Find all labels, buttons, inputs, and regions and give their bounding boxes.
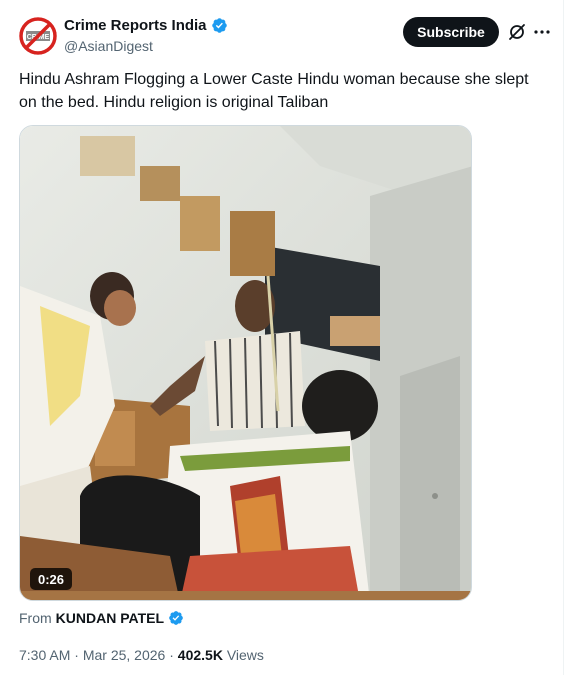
attribution-name[interactable]: KUNDAN PATEL [56,610,164,626]
tweet-text: Hindu Ashram Flogging a Lower Caste Hind… [19,71,529,111]
views-label: Views [226,647,264,663]
tweet-time[interactable]: 7:30 AM [19,647,70,663]
meta-separator: · [169,647,178,663]
subscribe-button[interactable]: Subscribe [403,17,499,47]
video-frame [20,126,471,600]
grok-icon[interactable] [507,22,527,42]
video-player[interactable] [19,125,472,601]
tweet-date[interactable]: Mar 25, 2026 [83,647,166,663]
avatar[interactable]: CRIME [19,17,57,55]
display-name-text[interactable]: Crime Reports India [64,17,207,34]
meta-separator: · [74,647,83,663]
video-attribution[interactable]: From KUNDAN PATEL [19,610,184,626]
verified-badge-icon [211,18,227,33]
verified-badge-icon [169,611,183,625]
timeline-divider [563,0,564,675]
views-count: 402.5K [177,647,223,663]
crime-logo-icon: CRIME [19,17,57,55]
display-name[interactable]: Crime Reports India [64,17,228,34]
user-handle[interactable]: @AsianDigest [64,38,153,54]
more-options-icon[interactable] [532,22,552,42]
attribution-prefix: From [19,610,52,626]
video-duration-badge: 0:26 [30,568,73,590]
tweet-meta: 7:30 AM · Mar 25, 2026 · 402.5K Views [19,647,264,663]
